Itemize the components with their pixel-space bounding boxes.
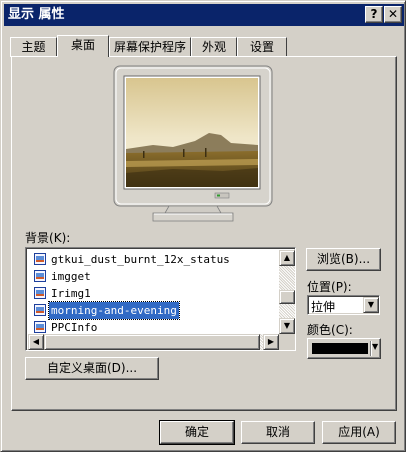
vertical-scroll-thumb[interactable] [279,290,295,304]
color-swatch [312,343,368,354]
display-properties-window: 显示 属性 ? ✕ 主题 桌面 屏幕保护程序 外观 设置 背景(K): gtku… [0,0,406,452]
close-button[interactable]: ✕ [384,6,402,23]
help-button[interactable]: ? [365,6,383,23]
title-bar[interactable]: 显示 属性 [4,4,404,26]
image-file-icon [34,270,46,282]
list-item[interactable]: gtkui_dust_burnt_12x_status [32,251,274,268]
scroll-down-button[interactable]: ▼ [279,318,295,334]
browse-button[interactable]: 浏览(B)... [306,248,381,271]
list-item-selected[interactable]: morning-and-evening [32,301,274,320]
close-icon: ✕ [387,7,399,21]
scrollbar-corner [279,334,295,350]
tab-settings[interactable]: 设置 [237,37,287,57]
list-item[interactable]: imgget [32,268,274,285]
background-label: 背景(K): [25,231,71,245]
position-dropdown-button[interactable]: ▼ [363,297,379,313]
image-file-icon [34,287,46,299]
color-picker-button[interactable]: ▼ [307,338,381,359]
scroll-up-button[interactable]: ▲ [279,250,295,266]
arrow-right-icon: ▶ [267,337,275,346]
customize-desktop-button[interactable]: 自定义桌面(D)... [25,357,159,380]
background-listbox[interactable]: gtkui_dust_burnt_12x_status imgget Irimg… [25,247,296,351]
tab-appearance[interactable]: 外观 [191,37,237,57]
apply-button[interactable]: 应用(A) [322,421,396,444]
scroll-left-button[interactable]: ◀ [28,334,44,350]
image-file-icon [34,304,46,316]
window-title: 显示 属性 [8,7,65,22]
list-item[interactable]: Irimg1 [32,285,274,302]
cancel-button[interactable]: 取消 [241,421,315,444]
chevron-down-icon: ▼ [372,342,379,351]
image-file-icon [34,321,46,333]
wallpaper-thumbnail [126,78,258,187]
monitor-preview [113,65,273,222]
ok-button[interactable]: 确定 [159,420,235,445]
arrow-up-icon: ▲ [283,253,291,262]
chevron-down-icon: ▼ [367,300,375,309]
position-label: 位置(P): [307,280,352,294]
color-label: 颜色(C): [307,323,353,337]
tab-screensaver[interactable]: 屏幕保护程序 [109,37,191,57]
tab-themes[interactable]: 主题 [10,37,57,57]
scroll-right-button[interactable]: ▶ [263,334,279,350]
arrow-down-icon: ▼ [283,321,291,330]
arrow-left-icon: ◀ [32,337,40,346]
image-file-icon [34,253,46,265]
position-select[interactable]: 拉伸 ▼ [307,295,380,315]
tab-desktop[interactable]: 桌面 [57,35,109,57]
horizontal-scroll-thumb[interactable] [44,334,260,350]
